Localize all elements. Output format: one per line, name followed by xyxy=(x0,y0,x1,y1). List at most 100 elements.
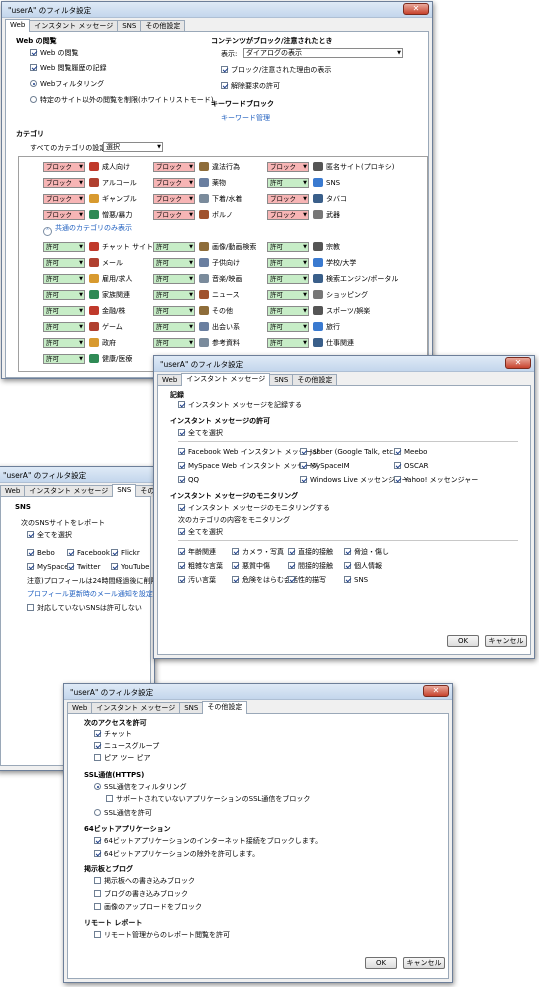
title-bar[interactable]: "userA" のフィルタ設定 ✕ xyxy=(2,2,432,18)
ssl-block-unsupported-checkbox[interactable]: サポートされていないアプリケーションのSSL通信をブロック xyxy=(106,795,310,804)
monitor-category-checkbox[interactable]: 粗雑な言葉 xyxy=(178,562,223,571)
close-icon[interactable]: ✕ xyxy=(423,685,449,697)
category-setting-select[interactable]: ブロック ▼ xyxy=(153,193,195,204)
show-reason-checkbox[interactable]: ブロック/注意された理由の表示 xyxy=(221,66,331,75)
monitor-category-checkbox[interactable]: カメラ・写真 xyxy=(232,548,284,557)
p2p-checkbox[interactable]: ピア ツー ピア xyxy=(94,754,150,763)
web-browsing-checkbox[interactable]: Web の閲覧 xyxy=(30,49,79,58)
im-select-all-checkbox[interactable]: 全てを選択 xyxy=(178,429,223,438)
category-setting-select[interactable]: 許可 ▼ xyxy=(153,289,195,300)
unsupported-checkbox[interactable]: 対応していないSNSは許可しない xyxy=(27,604,142,613)
close-icon[interactable]: ✕ xyxy=(403,3,429,15)
monitor-category-checkbox[interactable]: SNS xyxy=(344,576,368,585)
monitor-category-checkbox[interactable]: 間接的接触 xyxy=(288,562,333,571)
myspace-im-checkbox[interactable]: MySpace Web インスタント メッセージ xyxy=(178,462,318,471)
category-setting-select[interactable]: 許可 ▼ xyxy=(43,257,85,268)
flickr-checkbox[interactable]: Flickr xyxy=(111,549,140,558)
remote-report-checkbox[interactable]: リモート管理からのレポート閲覧を許可 xyxy=(94,931,230,940)
cancel-button[interactable]: キャンセル xyxy=(403,957,445,969)
category-setting-select[interactable]: 許可 ▼ xyxy=(153,241,195,252)
title-bar[interactable]: "userA" のフィルタ設定 xyxy=(0,467,154,483)
ok-button[interactable]: OK xyxy=(447,635,479,647)
monitor-checkbox[interactable]: インスタント メッセージのモニタリングする xyxy=(178,504,330,513)
ok-button[interactable]: OK xyxy=(365,957,397,969)
category-setting-select[interactable]: 許可 ▼ xyxy=(267,177,309,188)
category-setting-select[interactable]: 許可 ▼ xyxy=(267,321,309,332)
monitor-category-checkbox[interactable]: 直接的接触 xyxy=(288,548,333,557)
category-setting-select[interactable]: 許可 ▼ xyxy=(153,257,195,268)
chat-checkbox[interactable]: チャット xyxy=(94,730,132,739)
category-setting-select[interactable]: 許可 ▼ xyxy=(43,273,85,284)
windows-live-checkbox[interactable]: Windows Live メッセンジャー xyxy=(300,476,409,485)
x64-block-checkbox[interactable]: 64ビットアプリケーションのインターネット接続をブロックします。 xyxy=(94,837,322,846)
monitor-category-checkbox[interactable]: 個人情報 xyxy=(344,562,382,571)
category-setting-select[interactable]: 許可 ▼ xyxy=(267,273,309,284)
monitor-category-checkbox[interactable]: 脅迫・傷し xyxy=(344,548,389,557)
category-setting-select[interactable]: 許可 ▼ xyxy=(43,241,85,252)
category-setting-select[interactable]: 許可 ▼ xyxy=(267,241,309,252)
category-setting-select[interactable]: 許可 ▼ xyxy=(43,353,85,364)
ssl-filter-radio[interactable]: SSL通信をフィルタリング xyxy=(94,783,187,792)
category-setting-select[interactable]: ブロック ▼ xyxy=(267,161,309,172)
category-setting-select[interactable]: ブロック ▼ xyxy=(43,193,85,204)
monitor-category-checkbox[interactable]: 性的描写 xyxy=(288,576,326,585)
category-setting-select[interactable]: 許可 ▼ xyxy=(153,305,195,316)
monitor-select-all-checkbox[interactable]: 全てを選択 xyxy=(178,528,223,537)
category-setting-select[interactable]: 許可 ▼ xyxy=(267,337,309,348)
youtube-checkbox[interactable]: YouTube xyxy=(111,563,149,572)
ssl-allow-radio[interactable]: SSL通信を許可 xyxy=(94,809,152,818)
tab-web[interactable]: Web xyxy=(5,19,31,32)
category-setting-select[interactable]: 許可 ▼ xyxy=(43,337,85,348)
whitelist-radio[interactable]: 特定のサイト以外の閲覧を制限(ホワイトリストモード) xyxy=(30,96,213,105)
board-post-checkbox[interactable]: 掲示板への書き込みブロック xyxy=(94,877,195,886)
category-setting-select[interactable]: 許可 ▼ xyxy=(267,305,309,316)
qq-checkbox[interactable]: QQ xyxy=(178,476,199,485)
twitter-checkbox[interactable]: Twitter xyxy=(67,563,100,572)
category-setting-select[interactable]: 許可 ▼ xyxy=(153,321,195,332)
all-category-select[interactable]: 選択 ▼ xyxy=(103,142,163,152)
category-setting-select[interactable]: 許可 ▼ xyxy=(43,305,85,316)
select-all-checkbox[interactable]: 全てを選択 xyxy=(27,531,72,540)
meebo-checkbox[interactable]: Meebo xyxy=(394,448,427,457)
category-setting-select[interactable]: ブロック ▼ xyxy=(267,193,309,204)
title-bar[interactable]: "userA" のフィルタ設定 ✕ xyxy=(154,356,534,372)
myspace-checkbox[interactable]: MySpace xyxy=(27,563,69,572)
filtering-radio[interactable]: Webフィルタリング xyxy=(30,80,104,89)
category-setting-select[interactable]: ブロック ▼ xyxy=(267,209,309,220)
oscar-checkbox[interactable]: OSCAR xyxy=(394,462,429,471)
category-setting-select[interactable]: 許可 ▼ xyxy=(43,321,85,332)
tab-sns[interactable]: SNS xyxy=(112,484,137,497)
myspaceim-checkbox[interactable]: MySpaceIM xyxy=(300,462,350,471)
bebo-checkbox[interactable]: Bebo xyxy=(27,549,55,558)
tab-other[interactable]: その他設定 xyxy=(202,701,248,714)
category-setting-select[interactable]: ブロック ▼ xyxy=(153,209,195,220)
tab-im[interactable]: インスタント メッセージ xyxy=(181,373,271,386)
show-common-toggle[interactable]: ⌃ 共通のカテゴリのみ表示 xyxy=(43,224,132,236)
jabber-checkbox[interactable]: Jabber (Google Talk, etc.) xyxy=(300,448,398,457)
allow-unlock-checkbox[interactable]: 解除要求の許可 xyxy=(221,82,280,91)
category-setting-select[interactable]: 許可 ▼ xyxy=(267,257,309,268)
blog-post-checkbox[interactable]: ブログの書き込みブロック xyxy=(94,890,188,899)
close-icon[interactable]: ✕ xyxy=(505,357,531,369)
yahoo-checkbox[interactable]: Yahoo! メッセンジャー xyxy=(394,476,478,485)
newsgroup-checkbox[interactable]: ニュースグループ xyxy=(94,742,159,751)
facebook-checkbox[interactable]: Facebook xyxy=(67,549,110,558)
monitor-category-checkbox[interactable]: 年齢関連 xyxy=(178,548,216,557)
category-setting-select[interactable]: ブロック ▼ xyxy=(153,161,195,172)
category-setting-select[interactable]: ブロック ▼ xyxy=(43,209,85,220)
title-bar[interactable]: "userA" のフィルタ設定 ✕ xyxy=(64,684,452,700)
category-setting-select[interactable]: ブロック ▼ xyxy=(43,177,85,188)
keyword-manage-link[interactable]: キーワード管理 xyxy=(221,114,270,123)
category-setting-select[interactable]: 許可 ▼ xyxy=(153,337,195,348)
category-setting-select[interactable]: 許可 ▼ xyxy=(153,273,195,284)
monitor-category-checkbox[interactable]: 汚い言葉 xyxy=(178,576,216,585)
category-setting-select[interactable]: 許可 ▼ xyxy=(267,289,309,300)
display-select[interactable]: ダイアログの表示 ▼ xyxy=(243,48,403,58)
category-setting-select[interactable]: 許可 ▼ xyxy=(43,289,85,300)
image-upload-checkbox[interactable]: 画像のアップロードをブロック xyxy=(94,903,202,912)
facebook-im-checkbox[interactable]: Facebook Web インスタント メッセージ xyxy=(178,448,320,457)
cancel-button[interactable]: キャンセル xyxy=(485,635,527,647)
history-checkbox[interactable]: Web 閲覧履歴の記録 xyxy=(30,64,107,73)
category-setting-select[interactable]: ブロック ▼ xyxy=(43,161,85,172)
x64-exception-checkbox[interactable]: 64ビットアプリケーションの除外を許可します。 xyxy=(94,850,259,859)
